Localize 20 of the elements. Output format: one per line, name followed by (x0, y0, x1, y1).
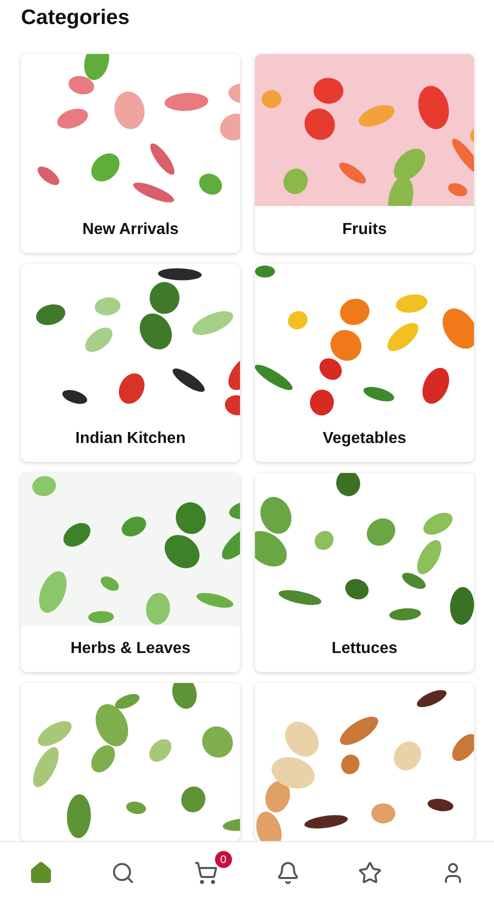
star-icon (358, 861, 382, 885)
category-label: Fruits (341, 220, 388, 240)
category-label: New Arrivals (81, 220, 180, 240)
cart-count-badge: 0 (214, 851, 232, 868)
category-card[interactable]: Indian Kitchen (21, 264, 240, 462)
category-label: Indian Kitchen (74, 429, 187, 450)
search-icon (111, 861, 136, 885)
category-card[interactable]: Herbs & Leaves (21, 473, 240, 672)
category-label: Lettuces (330, 638, 398, 659)
bell-icon (276, 861, 300, 885)
category-card[interactable]: Vegetables (255, 264, 474, 462)
category-card[interactable]: New Arrivals (21, 54, 240, 253)
category-label: Herbs & Leaves (69, 638, 192, 659)
category-card[interactable]: Fruits (255, 54, 474, 253)
home-icon (29, 861, 54, 885)
category-label: Vegetables (322, 429, 408, 450)
category-card[interactable]: Lettuces (255, 473, 474, 672)
cart-icon (194, 861, 218, 885)
cart-tab[interactable]: 0 (180, 851, 232, 891)
page-title: Categories (20, 5, 131, 31)
